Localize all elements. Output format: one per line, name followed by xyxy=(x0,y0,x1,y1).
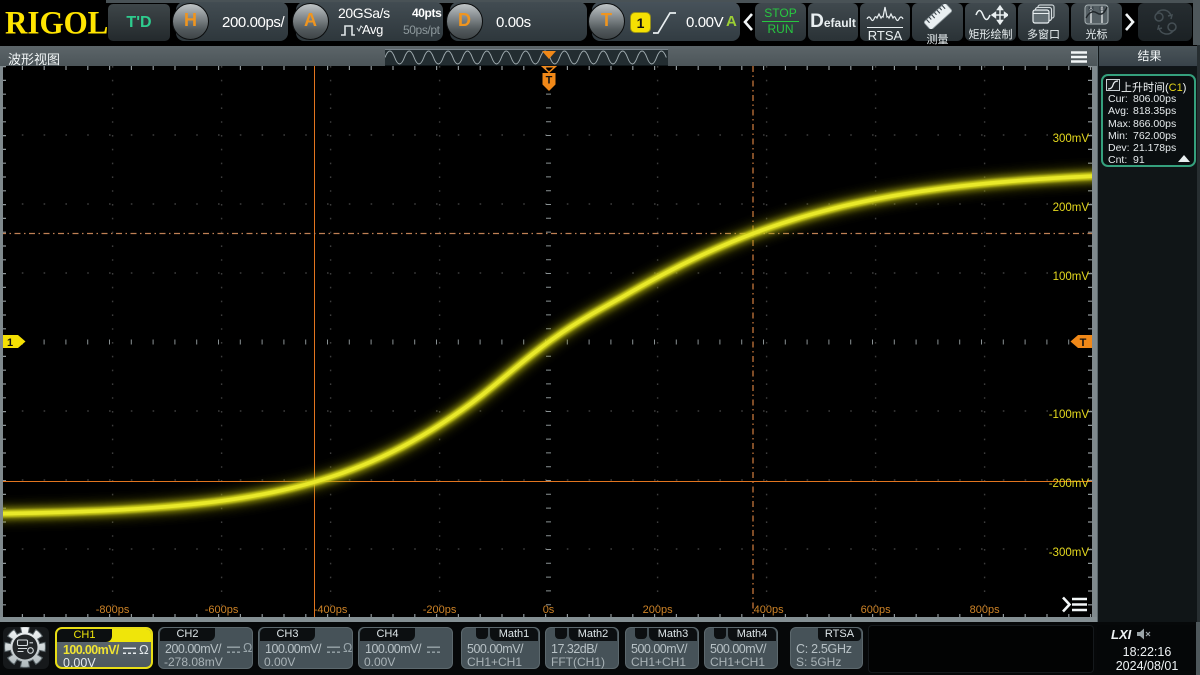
svg-text:0s: 0s xyxy=(543,604,555,616)
svg-text:400ps: 400ps xyxy=(754,604,784,616)
svg-text:-100mV: -100mV xyxy=(1049,409,1090,421)
svg-text:T: T xyxy=(546,75,553,87)
svg-text:800ps: 800ps xyxy=(970,604,1000,616)
svg-text:-600ps: -600ps xyxy=(205,604,239,616)
svg-text:-200ps: -200ps xyxy=(423,604,457,616)
svg-text:B: B xyxy=(1100,6,1103,11)
svg-text:-400ps: -400ps xyxy=(314,604,348,616)
svg-text:1: 1 xyxy=(7,337,13,349)
svg-text:100mV: 100mV xyxy=(1053,271,1090,283)
svg-text:T: T xyxy=(1080,337,1087,349)
svg-text:200ps: 200ps xyxy=(643,604,673,616)
svg-text:-300mV: -300mV xyxy=(1049,547,1090,559)
svg-text:-800ps: -800ps xyxy=(96,604,130,616)
svg-text:A: A xyxy=(1089,6,1092,11)
svg-text:-200mV: -200mV xyxy=(1049,478,1090,490)
svg-text:600ps: 600ps xyxy=(861,604,891,616)
svg-text:300mV: 300mV xyxy=(1053,133,1090,145)
svg-text:200mV: 200mV xyxy=(1053,202,1090,214)
